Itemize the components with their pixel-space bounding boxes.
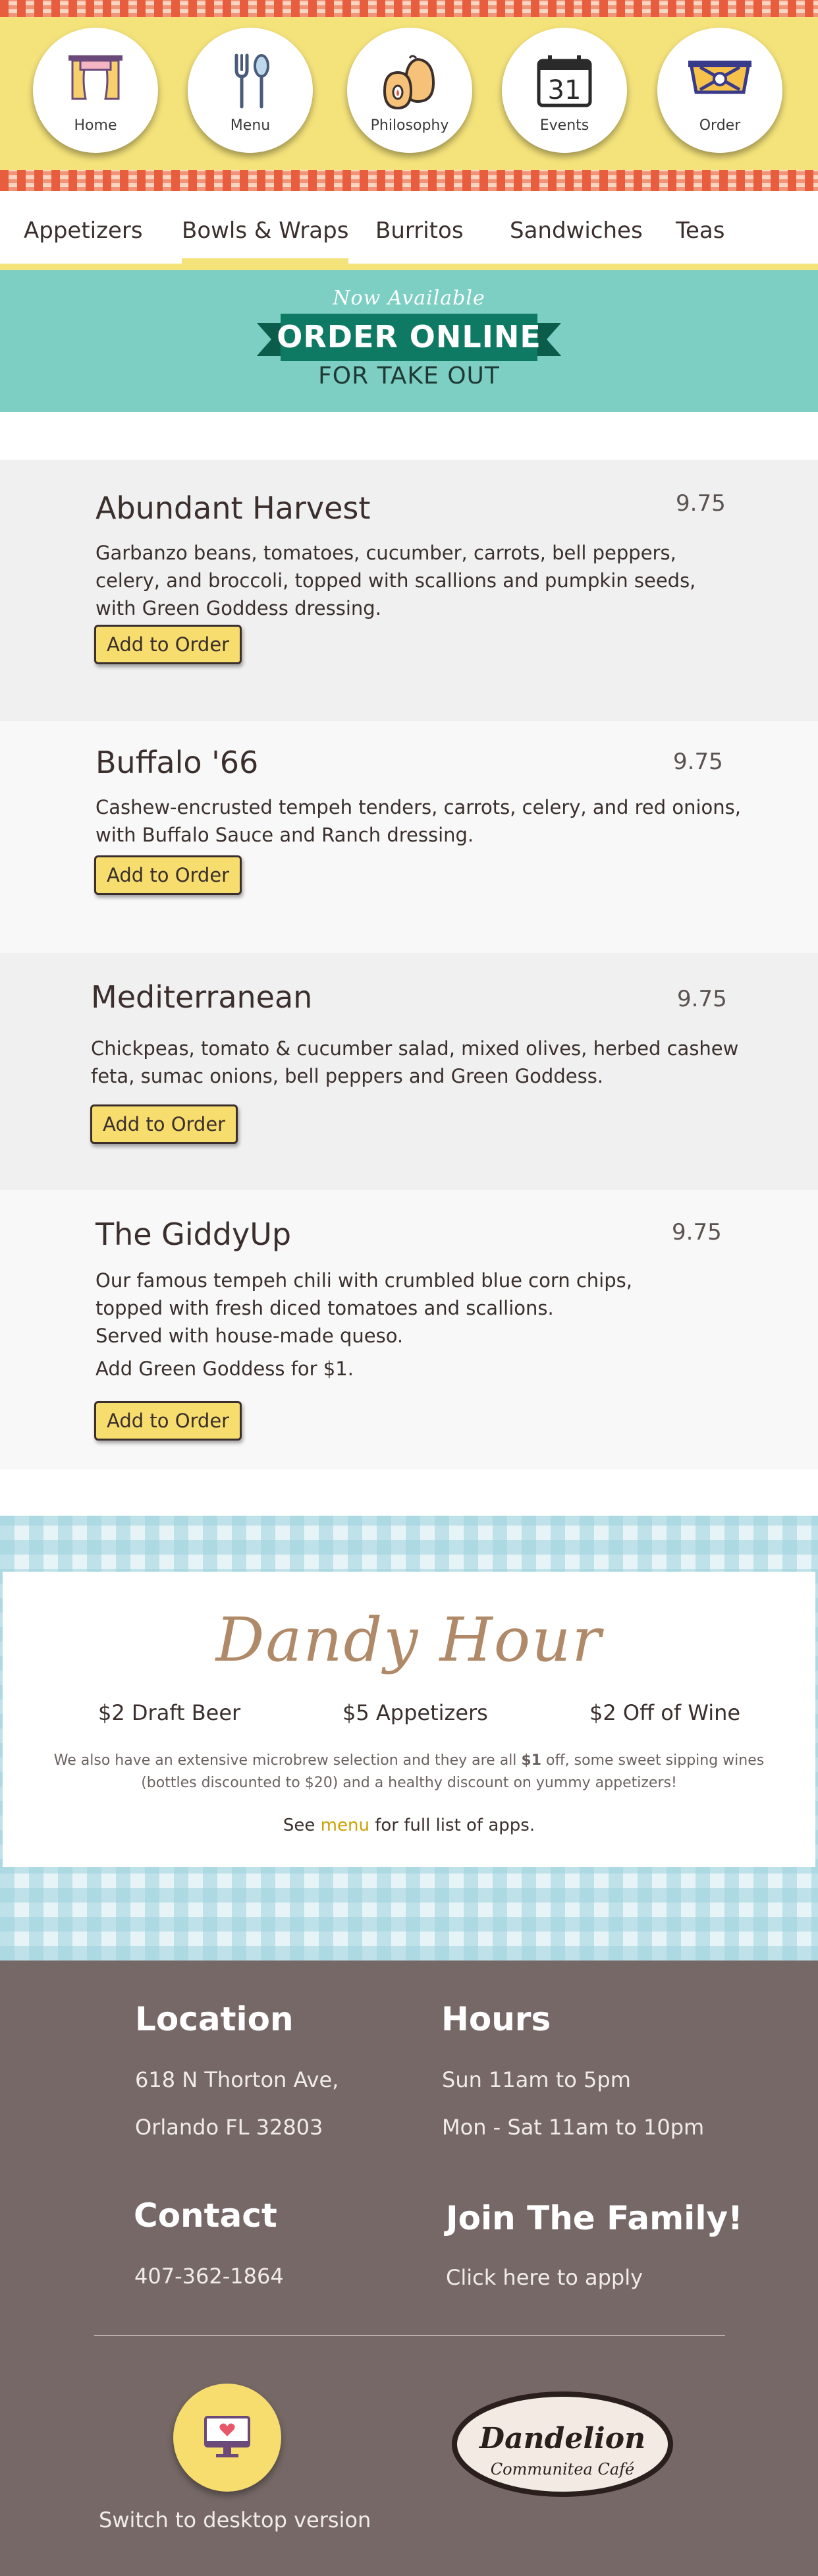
item-name: Abundant Harvest (95, 490, 371, 526)
checker-border-top (0, 0, 818, 17)
nav-home-label: Home (74, 117, 117, 134)
fruit-icon (383, 55, 435, 110)
hours-heading: Hours (441, 2000, 551, 2038)
address-line-2: Orlando FL 32803 (135, 2115, 323, 2140)
dandy-hour-panel: Dandy Hour $2 Draft Beer $5 Appetizers $… (3, 1572, 815, 1867)
menu-link[interactable]: menu (321, 1816, 369, 1835)
item-extra-note: Add Green Goddess for $1. (95, 1358, 354, 1380)
checker-border-bottom (0, 170, 818, 191)
category-tabs: Appetizers Bowls & Wraps Burritos Sandwi… (0, 191, 818, 270)
nav-events-button[interactable]: 31 Events (502, 28, 627, 153)
order-online-title: ORDER ONLINE (277, 319, 541, 355)
hours-weekday: Mon - Sat 11am to 10pm (442, 2115, 705, 2140)
menu-item-mediterranean: Mediterranean 9.75 Chickpeas, tomato & c… (0, 953, 818, 1190)
phone-number[interactable]: 407-362-1864 (134, 2264, 284, 2289)
nav-philosophy-label: Philosophy (370, 117, 449, 134)
add-to-order-button[interactable]: Add to Order (94, 1401, 242, 1441)
item-description: Garbanzo beans, tomatoes, cucumber, carr… (95, 542, 696, 619)
logo-name: Dandelion (479, 2422, 646, 2455)
location-heading: Location (135, 2000, 294, 2038)
nav-home-button[interactable]: Home (33, 28, 158, 153)
address-line-1: 618 N Thorton Ave, (135, 2067, 339, 2092)
contact-heading: Contact (134, 2196, 277, 2235)
tab-sandwiches[interactable]: Sandwiches (510, 217, 643, 244)
nav-events-label: Events (539, 117, 589, 134)
curtains-icon (68, 55, 123, 100)
item-description: Chickpeas, tomato & cucumber salad, mixe… (91, 1037, 739, 1087)
tab-burritos[interactable]: Burritos (375, 217, 464, 244)
item-name: The GiddyUp (95, 1216, 292, 1252)
item-price: 9.75 (676, 490, 726, 517)
join-heading: Join The Family! (446, 2199, 743, 2237)
deal-appetizers: $5 Appetizers (342, 1700, 488, 1725)
tab-bowls-wraps[interactable]: Bowls & Wraps (182, 217, 349, 266)
hours-sunday: Sun 11am to 5pm (442, 2067, 631, 2092)
item-price: 9.75 (677, 986, 727, 1012)
dandy-hour-note: We also have an extensive microbrew sele… (53, 1752, 765, 1791)
join-apply-link[interactable]: Click here to apply (446, 2265, 643, 2290)
nav-menu-button[interactable]: Menu (188, 28, 313, 153)
order-online-banner[interactable]: Now Available ORDER ONLINE FOR TAKE OUT (0, 270, 818, 412)
tab-appetizers[interactable]: Appetizers (24, 217, 143, 244)
deal-wine: $2 Off of Wine (589, 1700, 741, 1725)
menu-item-the-giddyup: The GiddyUp 9.75 Our famous tempeh chili… (0, 1190, 818, 1470)
add-to-order-button[interactable]: Add to Order (94, 855, 242, 895)
for-take-out-text: FOR TAKE OUT (318, 362, 500, 389)
nav-menu-label: Menu (230, 117, 271, 134)
nav-order-button[interactable]: Order (657, 28, 782, 153)
calendar-icon: 31 (537, 55, 592, 107)
nav-philosophy-button[interactable]: Philosophy (347, 28, 472, 153)
see-menu-text: See menu for full list of apps. (283, 1816, 535, 1835)
item-name: Buffalo '66 (95, 745, 259, 780)
now-available-text: Now Available (333, 287, 485, 310)
deal-draft-beer: $2 Draft Beer (98, 1700, 241, 1725)
item-description: Cashew-encrusted tempeh tenders, carrots… (95, 796, 742, 846)
menu-item-buffalo-66: Buffalo '66 9.75 Cashew-encrusted tempeh… (0, 721, 818, 953)
footer: Location 618 N Thorton Ave, Orlando FL 3… (0, 1961, 818, 2576)
item-price: 9.75 (673, 749, 723, 775)
desktop-heart-icon (204, 2416, 250, 2457)
logo-subtitle: Communitea Café (490, 2460, 635, 2478)
footer-divider (94, 2335, 725, 2336)
item-name: Mediterranean (91, 979, 313, 1015)
dandy-hour-title: Dandy Hour (215, 1605, 603, 1675)
item-description: Our famous tempeh chili with crumbled bl… (95, 1269, 632, 1347)
add-to-order-button[interactable]: Add to Order (90, 1104, 238, 1144)
item-price: 9.75 (672, 1219, 722, 1245)
calendar-day: 31 (548, 75, 582, 105)
tab-teas[interactable]: Teas (676, 217, 724, 244)
nav-order-label: Order (699, 117, 741, 134)
desktop-version-link[interactable]: Switch to desktop version (99, 2507, 371, 2533)
top-nav: Home Menu Philosophy 31 Events Order (0, 0, 818, 191)
add-to-order-button[interactable]: Add to Order (94, 625, 242, 664)
desktop-version-button[interactable] (173, 2384, 281, 2492)
takeout-box-icon (688, 61, 751, 94)
menu-item-abundant-harvest: Abundant Harvest 9.75 Garbanzo beans, to… (0, 460, 818, 721)
utensils-icon (234, 53, 269, 109)
